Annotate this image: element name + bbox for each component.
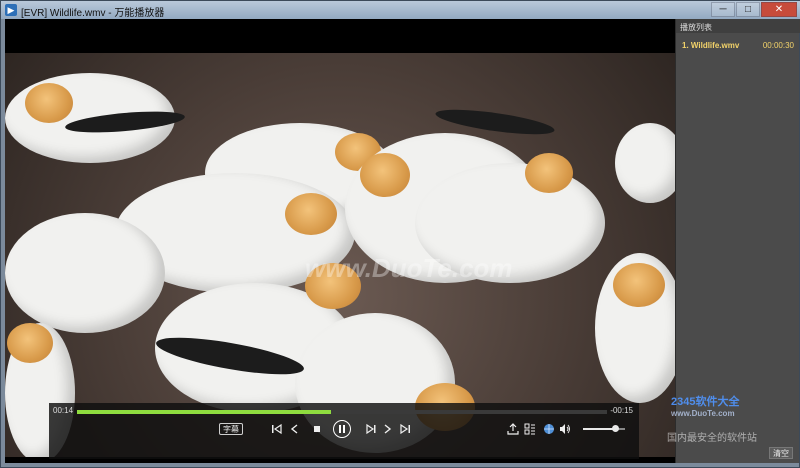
seek-bar[interactable] (77, 410, 607, 414)
step-forward-icon (366, 423, 376, 435)
skip-next-icon (400, 423, 410, 435)
video-frame: www.DuoTe.com (5, 53, 675, 457)
site-slogan: 国内最安全的软件站 (667, 433, 757, 444)
pause-icon (339, 425, 345, 433)
site-logo: 2345软件大全 www.DuoTe.com (671, 393, 797, 421)
window-title: [EVR] Wildlife.wmv - 万能播放器 (21, 8, 165, 19)
next-track-button[interactable] (399, 423, 411, 435)
open-file-button[interactable] (507, 423, 519, 435)
speaker-icon (560, 424, 570, 434)
volume-fill (583, 428, 615, 430)
video-gannet (615, 123, 675, 203)
mute-button[interactable] (559, 423, 571, 435)
subtitle-button[interactable]: 字幕 (219, 423, 243, 435)
video-gannet-head (7, 323, 53, 363)
seek-bar-fill (77, 410, 332, 414)
video-gannet-head (525, 153, 573, 193)
window-controls: ─ □ ✕ (711, 2, 797, 18)
clear-playlist-button[interactable]: 清空 (769, 447, 793, 459)
video-area[interactable]: www.DuoTe.com 00:14 -00:15 字幕 (5, 19, 675, 463)
skip-previous-icon (272, 423, 282, 435)
site-logo-url: www.DuoTe.com (671, 409, 735, 418)
globe-icon (544, 424, 554, 434)
video-gannet-head (25, 83, 73, 123)
chevron-right-icon (384, 424, 392, 434)
app-icon: ▶ (5, 4, 17, 16)
frame-step-button[interactable] (365, 423, 377, 435)
pause-button[interactable] (333, 420, 351, 438)
volume-knob[interactable] (611, 425, 619, 432)
previous-track-button[interactable] (271, 423, 283, 435)
stop-icon (314, 426, 320, 432)
playlist-item-duration: 00:00:30 (762, 41, 794, 50)
playback-controls: 00:14 -00:15 字幕 (49, 403, 639, 459)
playlist-item-name: 1. Wildlife.wmv (682, 41, 740, 50)
video-gannet-head (360, 153, 410, 197)
current-time: 00:14 (53, 406, 74, 415)
video-gannet-head (613, 263, 665, 307)
playlist-item[interactable]: 1. Wildlife.wmv 00:00:30 (678, 39, 798, 52)
playlist-header: 播放列表 (676, 19, 800, 33)
playlist-icon (524, 423, 535, 435)
title-bar[interactable]: ▶ [EVR] Wildlife.wmv - 万能播放器 ─ □ ✕ (1, 1, 800, 19)
player-window: ▶ [EVR] Wildlife.wmv - 万能播放器 ─ □ ✕ www.D… (0, 0, 800, 468)
settings-button[interactable] (543, 423, 555, 435)
close-button[interactable]: ✕ (761, 2, 797, 17)
volume-slider[interactable] (583, 425, 625, 432)
maximize-button[interactable]: □ (736, 2, 760, 17)
step-back-button[interactable] (289, 423, 301, 435)
stop-button[interactable] (311, 423, 323, 435)
playlist-toggle-button[interactable] (524, 423, 536, 435)
minimize-button[interactable]: ─ (711, 2, 735, 17)
upload-icon (507, 423, 519, 435)
video-watermark: www.DuoTe.com (305, 253, 513, 283)
chevron-left-icon (290, 424, 298, 434)
remaining-time: -00:15 (610, 406, 633, 415)
video-gannet-head (285, 193, 337, 235)
video-gannet (5, 213, 165, 333)
site-logo-text: 2345软件大全 (671, 396, 740, 408)
step-forward-button[interactable] (381, 423, 393, 435)
